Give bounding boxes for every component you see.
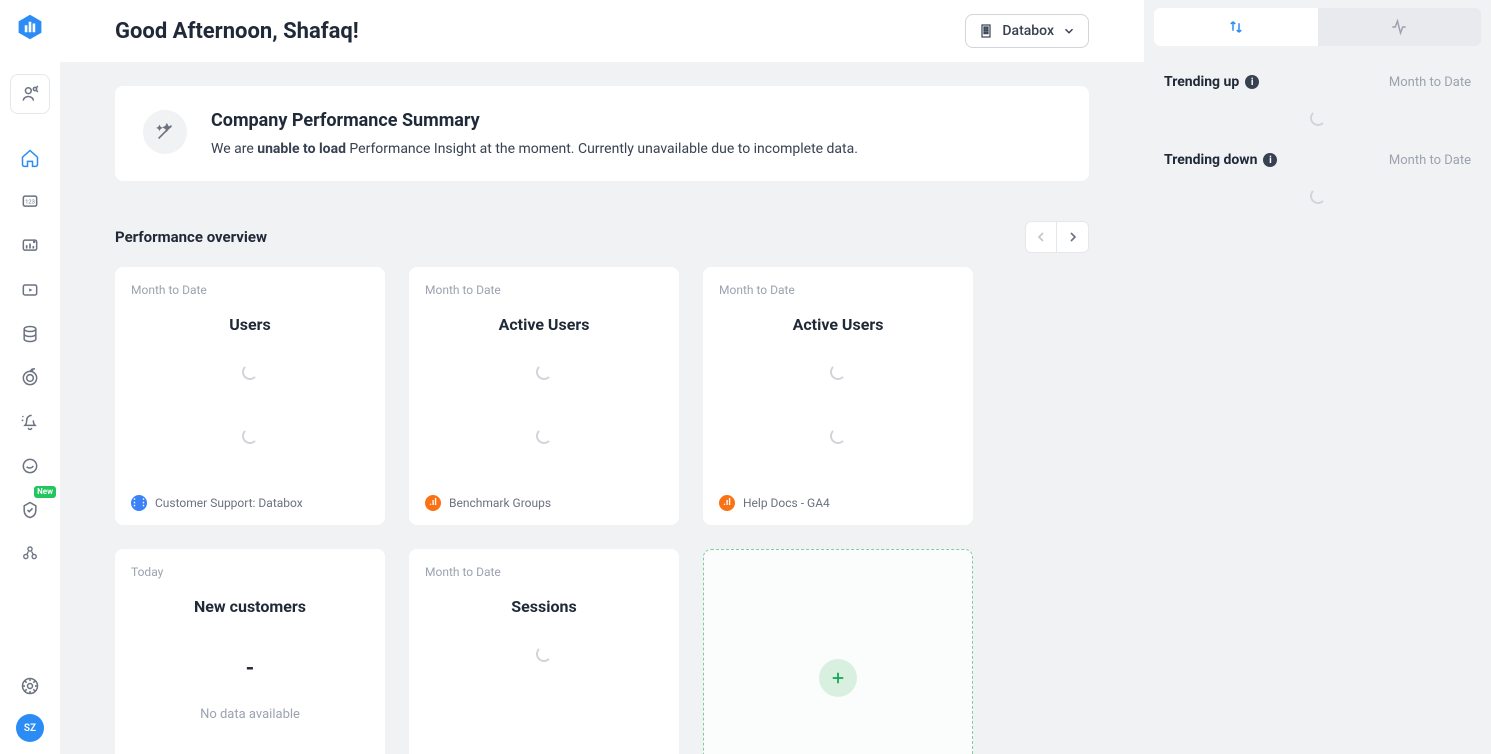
metric-source: ⋮⋮ Customer Support: Databox xyxy=(131,495,369,511)
tab-trending[interactable] xyxy=(1154,8,1318,46)
sidebar-item-reports[interactable]: New xyxy=(10,490,50,530)
chevron-down-icon xyxy=(1062,24,1076,38)
summary-title: Company Performance Summary xyxy=(211,110,858,131)
metric-period: Today xyxy=(131,565,369,579)
activity-icon xyxy=(1390,18,1408,36)
metric-title: Sessions xyxy=(425,597,663,616)
arrows-up-down-icon xyxy=(1227,18,1245,36)
company-name: Databox xyxy=(1002,23,1054,39)
trending-down-label: Trending down xyxy=(1164,152,1257,168)
info-icon[interactable]: i xyxy=(1263,153,1277,167)
metric-period: Month to Date xyxy=(131,283,369,297)
sidebar-item-goals[interactable] xyxy=(10,358,50,398)
loading-spinner xyxy=(1310,110,1326,126)
loading-spinner xyxy=(1310,188,1326,204)
topbar: Good Afternoon, Shafaq! Databox xyxy=(60,0,1144,62)
app-logo[interactable] xyxy=(15,12,45,42)
info-icon[interactable]: i xyxy=(1245,75,1259,89)
sidebar-item-data[interactable] xyxy=(10,314,50,354)
loading-spinner xyxy=(830,428,846,444)
sidebar-item-team[interactable] xyxy=(10,534,50,574)
source-icon: .ıl xyxy=(425,495,441,511)
chevron-right-icon xyxy=(1065,229,1081,245)
overview-grid: Month to Date Users ⋮⋮ Customer Support:… xyxy=(115,267,1089,754)
sidebar-item-insights[interactable] xyxy=(10,446,50,486)
sidebar-item-media[interactable] xyxy=(10,270,50,310)
metric-title: Users xyxy=(131,315,369,334)
metric-period: Month to Date xyxy=(425,283,663,297)
metric-card[interactable]: Month to Date Active Users .ıl Help Docs… xyxy=(703,267,973,525)
sidebar-item-home[interactable] xyxy=(10,138,50,178)
source-icon: .ıl xyxy=(719,495,735,511)
pager-next[interactable] xyxy=(1057,221,1089,253)
metric-card[interactable]: Today New customers - No data available xyxy=(115,549,385,754)
user-avatar[interactable]: SZ xyxy=(16,714,44,742)
new-badge: New xyxy=(34,486,56,498)
right-panel-tabs xyxy=(1154,8,1481,46)
source-icon: ⋮⋮ xyxy=(131,495,147,511)
svg-text:123: 123 xyxy=(25,200,35,206)
trending-up-label: Trending up xyxy=(1164,74,1239,90)
loading-spinner xyxy=(536,428,552,444)
loading-spinner xyxy=(242,428,258,444)
company-select[interactable]: Databox xyxy=(965,14,1089,48)
metric-card[interactable]: Month to Date Users ⋮⋮ Customer Support:… xyxy=(115,267,385,525)
plus-icon xyxy=(819,659,857,697)
metric-title: Active Users xyxy=(719,315,957,334)
sidebar-item-help[interactable] xyxy=(10,666,50,706)
metric-source: .ıl Benchmark Groups xyxy=(425,495,663,511)
loading-spinner xyxy=(536,646,552,662)
metric-nodata: No data available xyxy=(200,707,300,722)
trending-up-section: Trending up i Month to Date xyxy=(1154,46,1481,136)
sidebar-item-notifications[interactable] xyxy=(10,402,50,442)
trending-down-section: Trending down i Month to Date xyxy=(1154,136,1481,214)
sidebar: 123 New SZ xyxy=(0,0,60,754)
metric-title: New customers xyxy=(131,597,369,616)
metric-period: Month to Date xyxy=(719,283,957,297)
loading-spinner xyxy=(830,364,846,380)
metric-card[interactable]: Month to Date Sessions xyxy=(409,549,679,754)
sidebar-item-dashboards[interactable] xyxy=(10,226,50,266)
metric-source: .ıl Help Docs - GA4 xyxy=(719,495,957,511)
main: Good Afternoon, Shafaq! Databox Company … xyxy=(60,0,1144,754)
metric-title: Active Users xyxy=(425,315,663,334)
trending-up-period: Month to Date xyxy=(1389,75,1471,90)
trending-down-period: Month to Date xyxy=(1389,153,1471,168)
metric-card[interactable]: Month to Date Active Users .ıl Benchmark… xyxy=(409,267,679,525)
add-metric-card[interactable] xyxy=(703,549,973,754)
performance-summary-card: Company Performance Summary We are unabl… xyxy=(115,86,1089,181)
overview-pager xyxy=(1025,221,1089,253)
summary-text: We are unable to load Performance Insigh… xyxy=(211,141,858,157)
overview-title: Performance overview xyxy=(115,228,267,246)
wand-icon xyxy=(143,110,187,154)
metric-period: Month to Date xyxy=(425,565,663,579)
greeting: Good Afternoon, Shafaq! xyxy=(115,19,359,44)
metric-value: - xyxy=(246,656,255,681)
loading-spinner xyxy=(242,364,258,380)
loading-spinner xyxy=(536,364,552,380)
sidebar-item-scorecards[interactable]: 123 xyxy=(10,182,50,222)
sidebar-item-account[interactable] xyxy=(10,74,50,114)
right-panel: Trending up i Month to Date Trending dow… xyxy=(1144,0,1491,754)
pager-prev[interactable] xyxy=(1025,221,1057,253)
building-icon xyxy=(978,23,994,39)
tab-activity[interactable] xyxy=(1318,8,1482,46)
chevron-left-icon xyxy=(1033,229,1049,245)
